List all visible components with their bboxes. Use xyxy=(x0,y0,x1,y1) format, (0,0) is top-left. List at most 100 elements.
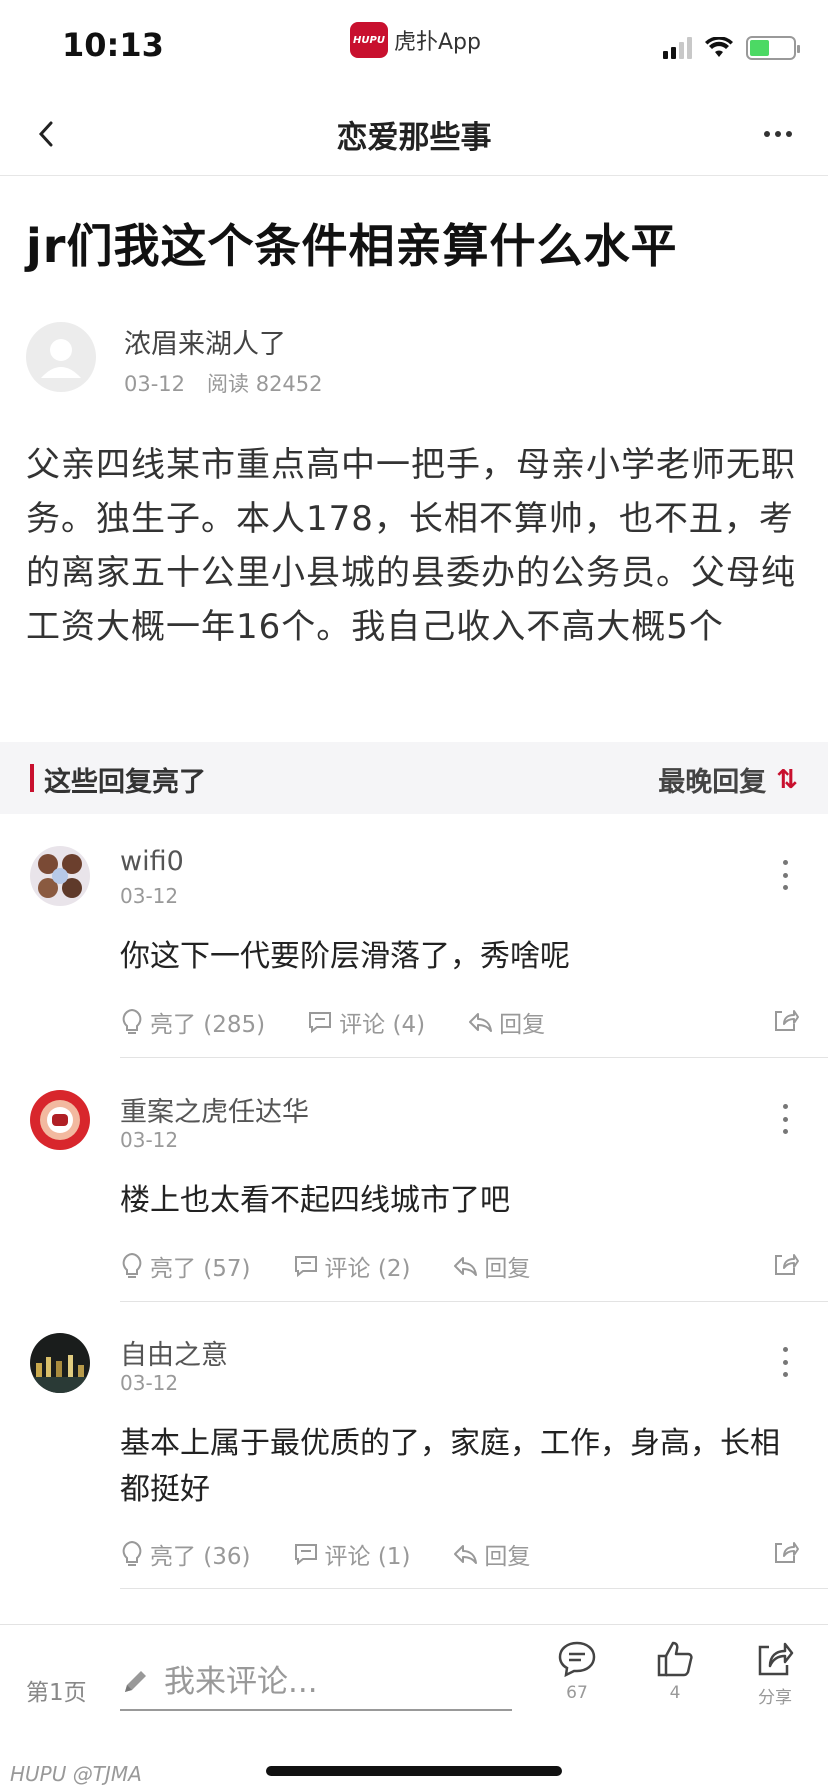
avatar[interactable] xyxy=(30,1333,90,1393)
section-title: 这些回复亮了 xyxy=(44,767,206,798)
app-name: 虎扑App xyxy=(394,30,481,55)
share-icon xyxy=(775,1010,799,1031)
reply-item: 重案之虎任达华 03-12 楼上也太看不起四线城市了吧 亮了 (57) 评论 (… xyxy=(0,1090,828,1302)
post-date: 03-12 xyxy=(124,372,186,396)
default-avatar-icon xyxy=(41,339,81,378)
post-meta: 03-12 阅读 82452 xyxy=(124,368,323,398)
comment-button[interactable]: 评论 (2) xyxy=(293,1249,411,1283)
reply-arrow-icon xyxy=(454,1257,478,1276)
light-button[interactable]: 亮了 (36) xyxy=(120,1537,251,1571)
reply-menu-button[interactable] xyxy=(780,860,790,890)
divider xyxy=(120,1301,828,1302)
sort-arrows-icon: ⇅ xyxy=(776,764,798,795)
reply-item: 自由之意 03-12 基本上属于最优质的了，家庭，工作，身高，长相都挺好 亮了 … xyxy=(0,1333,828,1589)
more-vertical-icon xyxy=(782,860,788,865)
status-icons xyxy=(663,36,800,60)
reply-author[interactable]: 自由之意 xyxy=(120,1333,228,1372)
share-icon xyxy=(758,1642,794,1676)
comments-button[interactable]: 67 xyxy=(542,1639,612,1703)
reply-actions: 亮了 (285) 评论 (4) 回复 xyxy=(120,1004,800,1040)
share-reply-button[interactable] xyxy=(772,1250,800,1282)
author-name[interactable]: 浓眉来湖人了 xyxy=(124,322,286,361)
reply-arrow-icon xyxy=(469,1013,493,1032)
wifi-icon xyxy=(705,37,733,57)
share-label: 分享 xyxy=(758,1688,792,1708)
avatar[interactable] xyxy=(30,1090,90,1150)
reply-label: 回复 xyxy=(484,1544,531,1570)
watermark: HUPU @TJMA xyxy=(10,1762,142,1786)
more-vertical-icon xyxy=(782,1104,788,1109)
reply-date: 03-12 xyxy=(120,884,179,908)
lightbulb-icon xyxy=(122,1008,142,1034)
share-button[interactable]: 分享 xyxy=(740,1639,810,1708)
author-avatar[interactable] xyxy=(26,322,96,392)
hupu-logo: HUPU xyxy=(350,22,388,58)
likes-count: 4 xyxy=(669,1683,681,1703)
post-title: jr们我这个条件相亲算什么水平 xyxy=(26,219,678,273)
sort-label: 最晚回复 xyxy=(658,767,767,798)
light-button[interactable]: 亮了 (285) xyxy=(120,1005,265,1039)
sort-button[interactable]: 最晚回复 ⇅ xyxy=(658,760,798,799)
thumbs-up-icon xyxy=(657,1641,693,1677)
read-count: 阅读 82452 xyxy=(207,372,323,396)
comment-bubble-icon xyxy=(558,1641,596,1678)
reply-text: 基本上属于最优质的了，家庭，工作，身高，长相都挺好 xyxy=(120,1426,780,1507)
share-reply-button[interactable] xyxy=(772,1538,800,1570)
reply-actions: 亮了 (57) 评论 (2) 回复 xyxy=(120,1248,800,1284)
battery-icon xyxy=(746,36,800,60)
reply-label: 回复 xyxy=(484,1256,531,1282)
reply-text: 楼上也太看不起四线城市了吧 xyxy=(120,1183,510,1218)
share-icon xyxy=(775,1254,799,1275)
lightbulb-icon xyxy=(122,1540,142,1566)
more-icon xyxy=(764,131,770,137)
light-count: 亮了 (36) xyxy=(150,1544,251,1570)
comment-count: 评论 (2) xyxy=(324,1256,411,1282)
signal-icon xyxy=(663,37,692,59)
comment-input-field[interactable] xyxy=(120,1655,512,1711)
reply-author[interactable]: wifi0 xyxy=(120,846,184,877)
section-marker xyxy=(30,764,34,792)
reply-menu-button[interactable] xyxy=(780,1104,790,1134)
comment-input[interactable] xyxy=(164,1664,484,1700)
reply-label: 回复 xyxy=(499,1012,546,1038)
reply-author[interactable]: 重案之虎任达华 xyxy=(120,1090,309,1129)
like-button[interactable]: 4 xyxy=(640,1639,710,1703)
reply-button[interactable]: 回复 xyxy=(452,1537,530,1571)
comment-icon xyxy=(309,1012,332,1034)
share-icon xyxy=(775,1542,799,1563)
light-count: 亮了 (285) xyxy=(150,1012,266,1038)
divider xyxy=(120,1057,828,1058)
divider xyxy=(120,1588,828,1589)
post-body: 父亲四线某市重点高中一把手，母亲小学老师无职务。独生子。本人178，长相不算帅，… xyxy=(26,445,796,647)
comment-button[interactable]: 评论 (1) xyxy=(293,1537,411,1571)
nav-title: 恋爱那些事 xyxy=(336,120,492,156)
avatar[interactable] xyxy=(30,846,90,906)
status-time: 10:13 xyxy=(62,26,164,64)
comment-button[interactable]: 评论 (4) xyxy=(307,1005,425,1039)
share-reply-button[interactable] xyxy=(772,1006,800,1038)
comment-icon xyxy=(294,1256,317,1278)
light-button[interactable]: 亮了 (57) xyxy=(120,1249,251,1283)
reply-button[interactable]: 回复 xyxy=(467,1005,545,1039)
reply-text: 你这下一代要阶层滑落了，秀啥呢 xyxy=(120,939,570,974)
reply-menu-button[interactable] xyxy=(780,1347,790,1377)
nav-bar: 恋爱那些事 xyxy=(0,92,828,176)
reply-date: 03-12 xyxy=(120,1128,179,1152)
page-indicator[interactable]: 第1页 xyxy=(26,1673,87,1707)
reply-arrow-icon xyxy=(454,1545,478,1564)
comment-icon xyxy=(294,1544,317,1566)
more-vertical-icon xyxy=(782,1347,788,1352)
light-count: 亮了 (57) xyxy=(150,1256,251,1282)
more-button[interactable] xyxy=(758,114,798,154)
app-badge: HUPU 虎扑App xyxy=(350,22,481,58)
home-indicator[interactable] xyxy=(266,1766,562,1776)
reply-item: wifi0 03-12 你这下一代要阶层滑落了，秀啥呢 亮了 (285) 评论 … xyxy=(0,846,828,1058)
reply-actions: 亮了 (36) 评论 (1) 回复 xyxy=(120,1536,800,1572)
comment-count: 评论 (4) xyxy=(339,1012,426,1038)
comments-count: 67 xyxy=(566,1683,588,1703)
comment-count: 评论 (1) xyxy=(324,1544,411,1570)
lightbulb-icon xyxy=(122,1252,142,1278)
replies-section-header: 这些回复亮了 最晚回复 ⇅ xyxy=(0,742,828,814)
status-bar: 10:13 HUPU 虎扑App xyxy=(0,0,828,92)
reply-button[interactable]: 回复 xyxy=(452,1249,530,1283)
